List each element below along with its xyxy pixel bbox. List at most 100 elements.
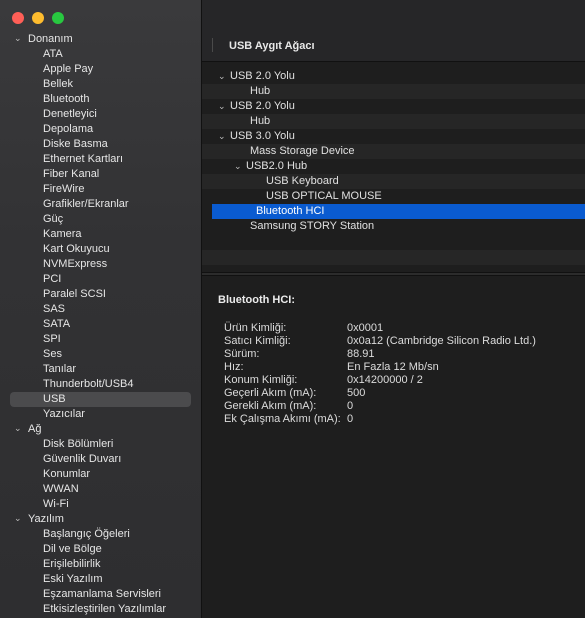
sidebar-item-grafikler-ekranlar[interactable]: Grafikler/Ekranlar xyxy=(0,197,201,212)
sidebar-item-usb[interactable]: USB xyxy=(10,392,191,407)
sidebar-group-network[interactable]: ⌄ Ağ xyxy=(0,422,201,437)
property-value: 0x0001 xyxy=(347,322,384,334)
device-row[interactable]: Mass Storage Device xyxy=(202,144,585,159)
device-row[interactable]: ⌄ USB 3.0 Yolu xyxy=(202,129,585,144)
device-row[interactable]: Hub xyxy=(202,114,585,129)
sidebar-item-tan-lar[interactable]: Tanılar xyxy=(0,362,201,377)
sidebar-item-thunderbolt-usb4[interactable]: Thunderbolt/USB4 xyxy=(0,377,201,392)
sidebar-item-apple-pay[interactable]: Apple Pay xyxy=(0,62,201,77)
sidebar-item-ata[interactable]: ATA xyxy=(0,47,201,62)
title-bar: USB Aygıt Ağacı xyxy=(202,0,585,62)
chevron-down-icon[interactable]: ⌄ xyxy=(218,69,230,84)
sidebar-item-eri-ilebilirlik[interactable]: Erişilebilirlik xyxy=(0,557,201,572)
property-key: Konum Kimliği: xyxy=(224,374,298,386)
sidebar-item-fiber-kanal[interactable]: Fiber Kanal xyxy=(0,167,201,182)
sidebar-group-software[interactable]: ⌄ Yazılım xyxy=(0,512,201,527)
device-label: USB 2.0 Yolu xyxy=(230,70,295,82)
device-label: Hub xyxy=(250,85,271,97)
empty-row xyxy=(202,250,585,265)
chevron-down-icon[interactable]: ⌄ xyxy=(218,99,230,114)
property-key: Gerekli Akım (mA): xyxy=(224,400,317,412)
device-label: USB2.0 Hub xyxy=(246,160,308,172)
device-row[interactable]: Bluetooth HCI xyxy=(212,204,585,219)
sidebar-item-yaz-c-lar[interactable]: Yazıcılar xyxy=(0,407,201,422)
device-label: Samsung STORY Station xyxy=(250,220,375,232)
device-row[interactable]: Samsung STORY Station xyxy=(202,219,585,234)
property-row: Satıcı Kimliği: 0x0a12 (Cambridge Silicon… xyxy=(218,335,585,348)
property-value: 0 xyxy=(347,413,354,425)
title-separator xyxy=(212,38,213,52)
device-label: Bluetooth HCI xyxy=(256,205,325,217)
chevron-down-icon[interactable]: ⌄ xyxy=(218,129,230,144)
sidebar-item-disk-b-l-mleri[interactable]: Disk Bölümleri xyxy=(0,437,201,452)
detail-heading: Bluetooth HCI: xyxy=(218,294,295,306)
minimize-button[interactable] xyxy=(32,12,44,24)
sidebar-item-wwan[interactable]: WWAN xyxy=(0,482,201,497)
close-button[interactable] xyxy=(12,12,24,24)
property-value: 500 xyxy=(347,387,366,399)
device-row[interactable]: ⌄ USB2.0 Hub xyxy=(202,159,585,174)
device-label: USB Keyboard xyxy=(266,175,339,187)
sidebar-item-paralel-scsi[interactable]: Paralel SCSI xyxy=(0,287,201,302)
property-key: Ek Çalışma Akımı (mA): xyxy=(224,413,341,425)
sidebar: ⌄ Donanım ATA Apple Pay Bellek Bluetooth Denet… xyxy=(0,0,202,618)
sidebar-item-eski-yaz-l-m[interactable]: Eski Yazılım xyxy=(0,572,201,587)
property-row: Sürüm: 88.91 xyxy=(218,348,585,361)
sidebar-item-g[interactable]: Güç xyxy=(0,212,201,227)
split-divider[interactable] xyxy=(202,272,585,276)
sidebar-item-etkisizle-tirilen-yaz-l-mlar[interactable]: Etkisizleştirilen Yazılımlar xyxy=(0,602,201,617)
property-value: 0x14200000 / 2 xyxy=(347,374,423,386)
sidebar-item-kart-okuyucu[interactable]: Kart Okuyucu xyxy=(0,242,201,257)
device-label: Mass Storage Device xyxy=(250,145,355,157)
sidebar-item-konumlar[interactable]: Konumlar xyxy=(0,467,201,482)
sidebar-item-bellek[interactable]: Bellek xyxy=(0,77,201,92)
property-key: Satıcı Kimliği: xyxy=(224,335,291,347)
property-row: Konum Kimliği: 0x14200000 / 2 xyxy=(218,374,585,387)
chevron-down-icon[interactable]: ⌄ xyxy=(234,159,246,174)
empty-row xyxy=(202,235,585,250)
device-row[interactable]: USB OPTICAL MOUSE xyxy=(202,189,585,204)
sidebar-item-firewire[interactable]: FireWire xyxy=(0,182,201,197)
sidebar-item-ses[interactable]: Ses xyxy=(0,347,201,362)
sidebar-item-diske-basma[interactable]: Diske Basma xyxy=(0,137,201,152)
property-value: 88.91 xyxy=(347,348,375,360)
device-row[interactable]: ⌄ USB 2.0 Yolu xyxy=(202,99,585,114)
pane-title: USB Aygıt Ağacı xyxy=(229,40,315,52)
property-row: Ek Çalışma Akımı (mA): 0 xyxy=(218,413,585,426)
sidebar-item-denetleyici[interactable]: Denetleyici xyxy=(0,107,201,122)
property-key: Hız: xyxy=(224,361,244,373)
sidebar-item-depolama[interactable]: Depolama xyxy=(0,122,201,137)
property-value: 0x0a12 (Cambridge Silicon Radio Ltd.) xyxy=(347,335,536,347)
sidebar-item-ethernet-kartlar[interactable]: Ethernet Kartları xyxy=(0,152,201,167)
device-row[interactable]: Hub xyxy=(202,84,585,99)
sidebar-item-bluetooth[interactable]: Bluetooth xyxy=(0,92,201,107)
sidebar-item-sata[interactable]: SATA xyxy=(0,317,201,332)
chevron-down-icon[interactable]: ⌄ xyxy=(14,511,24,526)
zoom-button[interactable] xyxy=(52,12,64,24)
main-pane: USB Aygıt Ağacı ⌄ USB 2.0 Yolu Hub ⌄ USB 2.0… xyxy=(202,0,585,618)
sidebar-tree: ⌄ Donanım ATA Apple Pay Bellek Bluetooth Denet… xyxy=(0,32,201,617)
system-information-window: ⌄ Donanım ATA Apple Pay Bellek Bluetooth Denet… xyxy=(0,0,585,618)
sidebar-item-kamera[interactable]: Kamera xyxy=(0,227,201,242)
sidebar-group-hardware[interactable]: ⌄ Donanım xyxy=(0,32,201,47)
sidebar-item-spi[interactable]: SPI xyxy=(0,332,201,347)
property-key: Ürün Kimliği: xyxy=(224,322,287,334)
device-row[interactable]: ⌄ USB 2.0 Yolu xyxy=(202,69,585,84)
sidebar-item-wi-fi[interactable]: Wi-Fi xyxy=(0,497,201,512)
sidebar-item-g-venlik-duvar[interactable]: Güvenlik Duvarı xyxy=(0,452,201,467)
sidebar-item-nvmexpress[interactable]: NVMExpress xyxy=(0,257,201,272)
sidebar-item-dil-ve-b-lge[interactable]: Dil ve Bölge xyxy=(0,542,201,557)
device-label: USB OPTICAL MOUSE xyxy=(266,190,382,202)
sidebar-item-sas[interactable]: SAS xyxy=(0,302,201,317)
sidebar-group-label: Yazılım xyxy=(28,513,64,525)
sidebar-item-ba-lang-eleri[interactable]: Başlangıç Öğeleri xyxy=(0,527,201,542)
chevron-down-icon[interactable]: ⌄ xyxy=(14,421,24,436)
sidebar-item-pci[interactable]: PCI xyxy=(0,272,201,287)
property-value: En Fazla 12 Mb/sn xyxy=(347,361,439,373)
sidebar-item-e-zamanlama-servisleri[interactable]: Eşzamanlama Servisleri xyxy=(0,587,201,602)
chevron-down-icon[interactable]: ⌄ xyxy=(14,31,24,46)
device-row[interactable]: USB Keyboard xyxy=(202,174,585,189)
property-value: 0 xyxy=(347,400,354,412)
property-key: Sürüm: xyxy=(224,348,260,360)
window-controls xyxy=(12,12,64,24)
